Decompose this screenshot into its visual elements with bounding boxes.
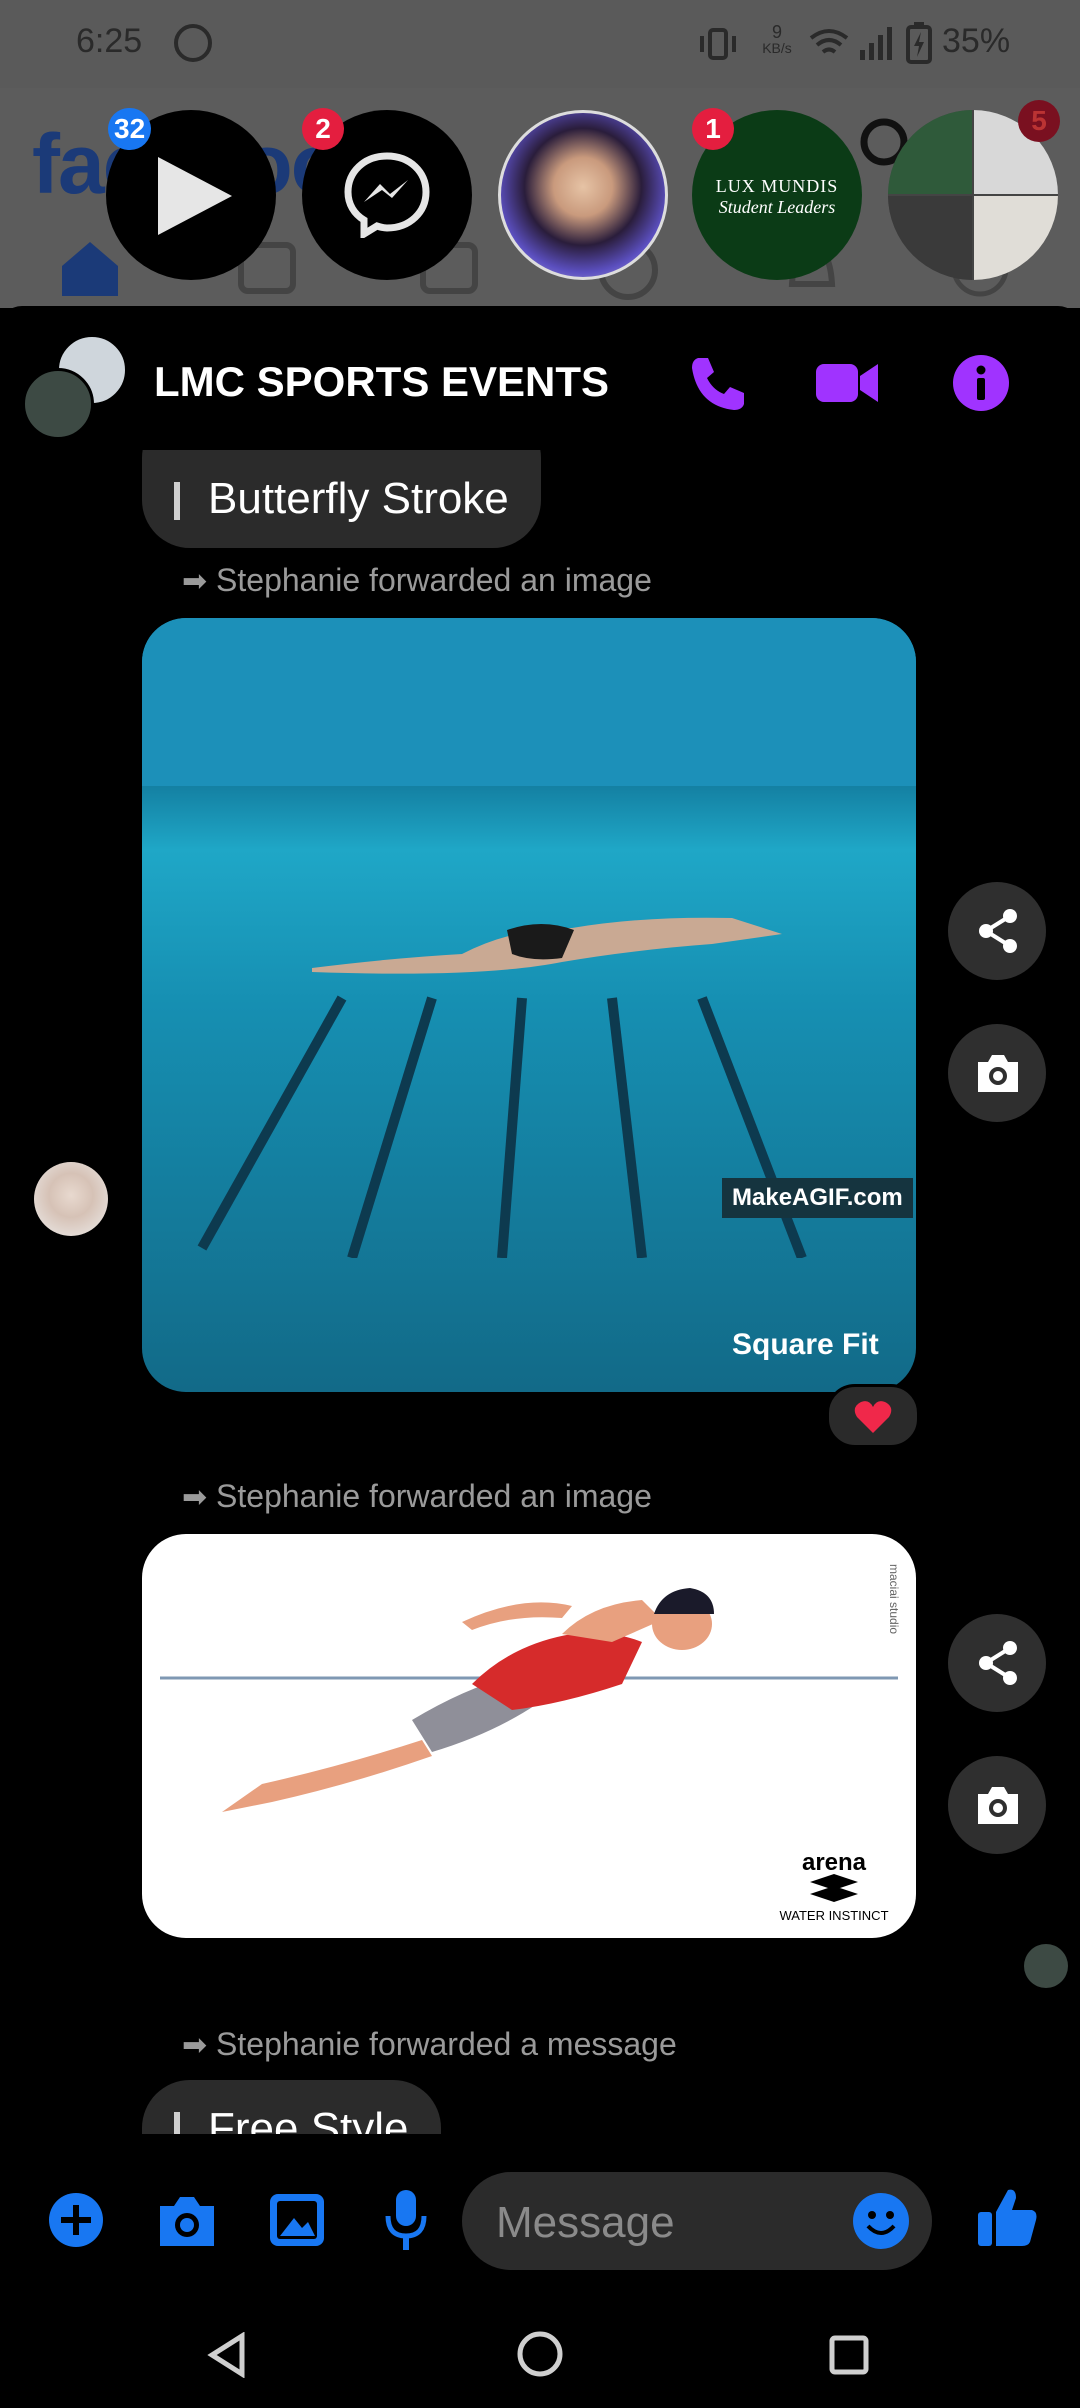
chat-head-lux-mundis-badge: 1 [692,108,734,150]
chat-panel: LMC SPORTS EVENTS Butterfly Stroke ➡ Ste… [0,306,1080,2288]
gallery-icon[interactable] [268,2192,326,2248]
forwarded-label: ➡ Stephanie forwarded a message [182,2026,677,2062]
chat-head-group-badge: 5 [1018,100,1060,142]
message-composer: Message [0,2134,1080,2288]
message-text: Free Style [208,2104,409,2134]
illustration-tagline: WATER INSTINCT [779,1908,888,1923]
add-more-icon[interactable] [48,2192,104,2248]
back-icon[interactable] [206,2332,248,2378]
forwarded-gif-swimmer[interactable]: MakeAGIF.com Square Fit [142,618,916,1392]
swimmer-figure [312,917,782,974]
battery-charging-icon [906,22,932,64]
message-text: Butterfly Stroke [208,474,509,523]
lux-mundis-subtitle: Student Leaders [718,197,836,217]
system-navigation-bar [0,2288,1080,2408]
forwarded-image-swim-illustration[interactable]: maciai studio arena WATER INSTINCT [142,1534,916,1938]
share-button[interactable] [948,882,1046,980]
camera-icon [978,1055,1018,1092]
butterfly-swimmer-illustration: maciai studio arena WATER INSTINCT [160,1564,901,1923]
messenger-notification-icon [174,24,212,62]
wifi-icon [809,29,849,54]
message-placeholder: Message [496,2198,675,2247]
heart-reaction-icon [854,1401,892,1433]
message-list[interactable]: Butterfly Stroke ➡ Stephanie forwarded a… [0,450,1080,2134]
gif-caption: Square Fit [732,1328,879,1361]
arena-logo-icon [810,1874,858,1902]
save-photo-button[interactable] [948,1756,1046,1854]
network-speed: 9 KB/s [762,22,792,56]
forwarded-label: ➡ Stephanie forwarded an image [182,562,652,598]
conversation-title[interactable]: LMC SPORTS EVENTS [154,358,609,406]
home-icon[interactable] [516,2330,564,2378]
message-bubble-freestyle[interactable]: Free Style [142,2080,441,2134]
lux-mundis-name: LUX MUNDIS [715,176,839,196]
save-photo-button[interactable] [948,1024,1046,1122]
forward-arrow-icon: ➡ [182,2029,208,2062]
illustration-brand: arena [802,1849,867,1876]
group-avatar[interactable] [22,332,128,440]
chat-head-messenger-badge: 2 [302,108,344,150]
gif-watermark: MakeAGIF.com [722,1178,913,1218]
voice-call-icon[interactable] [686,354,746,414]
recents-icon[interactable] [828,2334,870,2376]
like-thumb-icon[interactable] [976,2186,1038,2248]
forward-arrow-icon: ➡ [182,565,208,598]
camera-icon [978,1787,1018,1824]
camera-icon[interactable] [156,2194,218,2248]
chat-head-videos-badge: 32 [108,108,152,150]
signal-icon [860,27,892,60]
share-icon [979,1641,1017,1685]
home-tab-icon [62,242,118,296]
conversation-info-icon[interactable] [952,354,1010,412]
seen-by-avatar [1024,1944,1068,1988]
emoji-icon[interactable] [852,2192,910,2250]
status-bar: 6:25 9 KB/s 35% [0,0,1080,88]
messenger-icon [344,152,430,238]
play-icon [158,157,232,235]
message-bubble-butterfly[interactable]: Butterfly Stroke [142,450,541,548]
reaction-badge[interactable] [826,1384,920,1448]
illustration-side-text: maciai studio [887,1564,901,1634]
microphone-icon[interactable] [384,2188,428,2252]
sender-avatar-stephanie[interactable] [34,1162,108,1236]
forwarded-label: ➡ Stephanie forwarded an image [182,1478,652,1514]
forward-arrow-icon: ➡ [182,1481,208,1514]
message-input[interactable]: Message [462,2172,932,2270]
share-button[interactable] [948,1614,1046,1712]
battery-percent: 35% [942,22,1011,60]
status-time: 6:25 [76,22,143,60]
vibrate-icon [700,28,736,60]
chat-head-contact-avatar[interactable] [498,110,668,280]
share-icon [979,909,1017,953]
video-call-icon[interactable] [814,358,880,408]
